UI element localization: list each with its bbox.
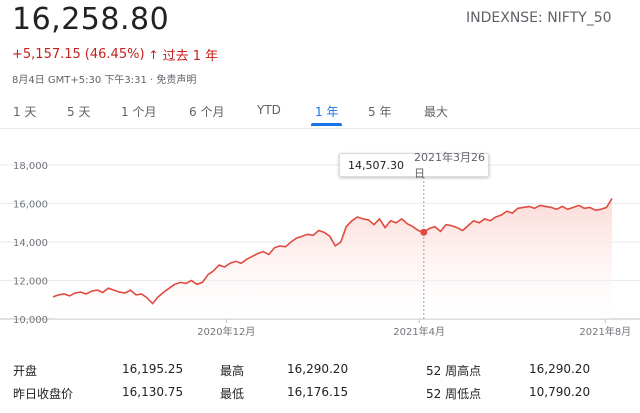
ticker-symbol: INDEXNSE: NIFTY_50 — [466, 10, 612, 26]
tab-5-year[interactable]: 5 年 — [368, 103, 391, 126]
stat-value-low: 16,176.15 — [287, 385, 349, 399]
stat-label-52wk-low: 52 周低点 — [426, 387, 482, 401]
change-percent: (46.45%) — [84, 47, 145, 62]
stat-value-52wk-low: 10,790.20 — [529, 385, 591, 399]
tab-1-year[interactable]: 1 年 — [310, 103, 343, 126]
stat-label-high: 最高 — [220, 364, 245, 378]
tab-5-day[interactable]: 5 天 — [67, 103, 90, 126]
tabs-divider — [0, 128, 640, 129]
x-tick-label: 2021年4月 — [393, 325, 445, 338]
y-tick-label: 14,000 — [13, 238, 48, 249]
stat-label-open: 开盘 — [13, 364, 38, 378]
y-tick-label: 10,000 — [13, 315, 48, 326]
y-tick-label: 18,000 — [13, 161, 48, 172]
stat-value-open: 16,195.25 — [122, 362, 184, 376]
y-axis-labels: 10,000 12,000 14,000 16,000 18,000 — [13, 161, 48, 326]
hover-point — [420, 228, 428, 236]
y-tick-label: 12,000 — [13, 277, 48, 288]
price-value: 16,258.80 — [12, 2, 170, 37]
price-change: +5,157.15 (46.45%) ↑ 过去 1 年 — [12, 45, 218, 64]
stat-value-prev-close: 16,130.75 — [122, 385, 184, 399]
tab-1-day[interactable]: 1 天 — [13, 103, 36, 126]
x-tick-label: 2021年8月 — [579, 325, 631, 338]
tab-1-month[interactable]: 1 个月 — [121, 103, 156, 126]
price-chart[interactable]: 10,00012,00014,00016,00018,000 2020年12月 2… — [0, 145, 640, 345]
x-axis-labels: 2020年12月 2021年4月 2021年8月 — [197, 319, 631, 338]
stat-value-high: 16,290.20 — [287, 362, 349, 376]
tab-6-month[interactable]: 6 个月 — [189, 103, 224, 126]
change-period: 过去 1 年 — [162, 49, 219, 64]
stat-label-prev-close: 昨日收盘价 — [13, 387, 74, 401]
stat-value-52wk-high: 16,290.20 — [529, 362, 591, 376]
stat-label-low: 最低 — [220, 387, 245, 401]
tooltip-date: 2021年3月26日 — [413, 151, 485, 180]
stat-label-52wk-high: 52 周高点 — [426, 364, 482, 378]
series-area — [53, 198, 612, 319]
tab-max[interactable]: 最大 — [424, 103, 448, 126]
tooltip-value: 14,507.30 — [348, 158, 404, 172]
y-tick-label: 16,000 — [13, 200, 48, 211]
timestamp[interactable]: 8月4日 GMT+5:30 下午3:31 · 免责声明 — [12, 71, 196, 86]
chart-tooltip: 14,507.30 2021年3月26日 — [339, 151, 489, 180]
x-tick-label: 2020年12月 — [197, 325, 255, 338]
arrow-up-icon: ↑ — [148, 47, 159, 62]
tab-ytd[interactable]: YTD — [257, 103, 281, 123]
change-amount: +5,157.15 — [12, 47, 81, 62]
